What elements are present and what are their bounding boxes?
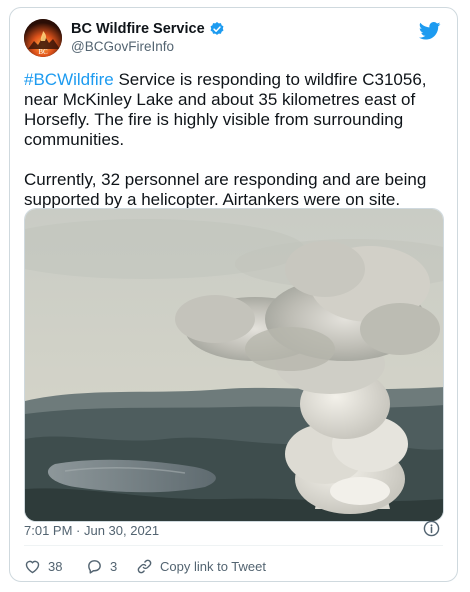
tweet-text: #BCWildfire Service is responding to wil… (24, 70, 449, 210)
like-button[interactable]: 38 (24, 557, 62, 575)
tweet-paragraph-2: Currently, 32 personnel are responding a… (24, 170, 427, 209)
like-count: 38 (48, 558, 63, 574)
tweet-timestamp[interactable]: 7:01 PM · Jun 30, 2021 (24, 523, 159, 538)
verified-badge-icon (210, 22, 224, 35)
author-handle[interactable]: @BCGovFireInfo (71, 39, 174, 54)
reply-bubble-icon (88, 559, 101, 574)
reply-count: 3 (110, 558, 118, 574)
hashtag-link[interactable]: #BCWildfire (24, 70, 114, 89)
copy-link-button[interactable]: Copy link to Tweet (136, 557, 266, 575)
tweet-paragraph-1: #BCWildfire Service is responding to wil… (24, 70, 449, 150)
fire-logo-icon: BC (24, 19, 62, 57)
wildfire-smoke-plume-photo (25, 209, 443, 521)
heart-icon (25, 560, 40, 573)
author-display-name[interactable]: BC Wildfire Service (71, 21, 205, 37)
avatar[interactable]: BC (24, 19, 62, 57)
info-icon[interactable] (423, 520, 440, 537)
reply-button[interactable]: 3 (86, 557, 117, 575)
author-name-row[interactable]: BC Wildfire Service (71, 20, 225, 38)
divider (24, 545, 443, 546)
tweet-card[interactable]: BC BC Wildfire Service @BCGovFireInfo #B… (9, 7, 458, 582)
avatar-label: BC (38, 48, 48, 56)
tweet-photo[interactable] (24, 208, 444, 522)
twitter-bird-icon[interactable] (419, 22, 441, 40)
copy-link-label: Copy link to Tweet (160, 558, 266, 574)
link-icon (137, 559, 152, 573)
